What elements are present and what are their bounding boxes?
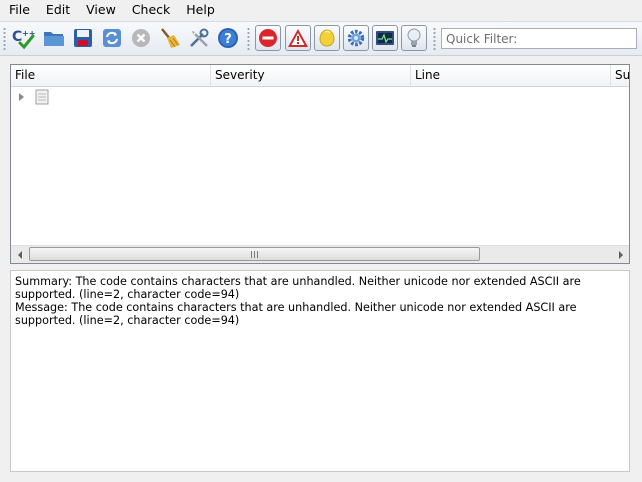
menu-file[interactable]: File xyxy=(0,0,38,20)
menu-view[interactable]: View xyxy=(78,0,124,20)
show-warnings-toggle[interactable] xyxy=(285,25,311,51)
show-style-icon xyxy=(319,29,335,47)
column-summary[interactable]: Su xyxy=(611,65,629,86)
show-information-toggle[interactable] xyxy=(401,25,427,51)
show-style-toggle[interactable] xyxy=(314,25,340,51)
show-information-icon xyxy=(407,28,421,47)
recheck-button[interactable] xyxy=(99,25,125,51)
menu-bar: File Edit View Check Help xyxy=(0,0,642,20)
save-button[interactable] xyxy=(70,25,96,51)
show-portability-icon xyxy=(376,31,394,45)
settings-button[interactable] xyxy=(186,25,212,51)
save-icon xyxy=(74,29,92,47)
check-cpp-icon: C ++ xyxy=(12,29,35,50)
results-tree[interactable]: File Severity Line Su xyxy=(10,64,630,264)
quick-filter-input[interactable] xyxy=(441,28,637,49)
show-errors-toggle[interactable] xyxy=(255,25,281,51)
menu-check[interactable]: Check xyxy=(124,0,178,20)
column-file[interactable]: File xyxy=(11,65,211,86)
column-line[interactable]: Line xyxy=(411,65,611,86)
show-performance-toggle[interactable] xyxy=(343,25,369,51)
scroll-grip-icon xyxy=(250,250,259,258)
expand-arrow-icon[interactable] xyxy=(19,93,24,101)
clean-button[interactable] xyxy=(157,25,183,51)
menu-edit[interactable]: Edit xyxy=(38,0,78,20)
result-row[interactable] xyxy=(11,87,629,107)
column-severity[interactable]: Severity xyxy=(211,65,411,86)
clean-broom-icon xyxy=(161,28,180,48)
details-pane[interactable]: Summary: The code contains characters th… xyxy=(10,270,630,472)
toolbar: C ++ ? Quick Filter: xyxy=(0,21,642,56)
scroll-left-icon[interactable] xyxy=(11,246,28,263)
stop-button[interactable] xyxy=(128,25,154,51)
recheck-icon xyxy=(103,29,121,47)
open-folder-icon xyxy=(44,32,64,46)
open-button[interactable] xyxy=(41,25,67,51)
stop-icon xyxy=(132,29,150,47)
help-button[interactable]: ? xyxy=(215,25,241,51)
summary-text: Summary: The code contains characters th… xyxy=(15,275,581,301)
results-header: File Severity Line Su xyxy=(11,65,629,87)
svg-text:?: ? xyxy=(224,32,232,47)
settings-tools-icon xyxy=(190,28,209,47)
toolbar-grip-2[interactable] xyxy=(247,27,250,51)
toolbar-grip[interactable] xyxy=(3,27,6,51)
scroll-right-icon[interactable] xyxy=(612,246,629,263)
file-icon xyxy=(35,89,49,105)
show-performance-icon xyxy=(347,29,365,47)
toolbar-grip-3[interactable] xyxy=(433,27,436,51)
help-icon: ? xyxy=(218,28,238,48)
message-text: Message: The code contains characters th… xyxy=(15,301,577,327)
horizontal-scrollbar[interactable] xyxy=(11,245,629,263)
menu-help[interactable]: Help xyxy=(178,0,223,20)
show-warnings-icon xyxy=(288,29,308,47)
show-portability-toggle[interactable] xyxy=(372,25,398,51)
check-cpp-button[interactable]: C ++ xyxy=(11,25,37,51)
scrollbar-thumb[interactable] xyxy=(29,247,480,261)
show-errors-icon xyxy=(259,29,277,47)
